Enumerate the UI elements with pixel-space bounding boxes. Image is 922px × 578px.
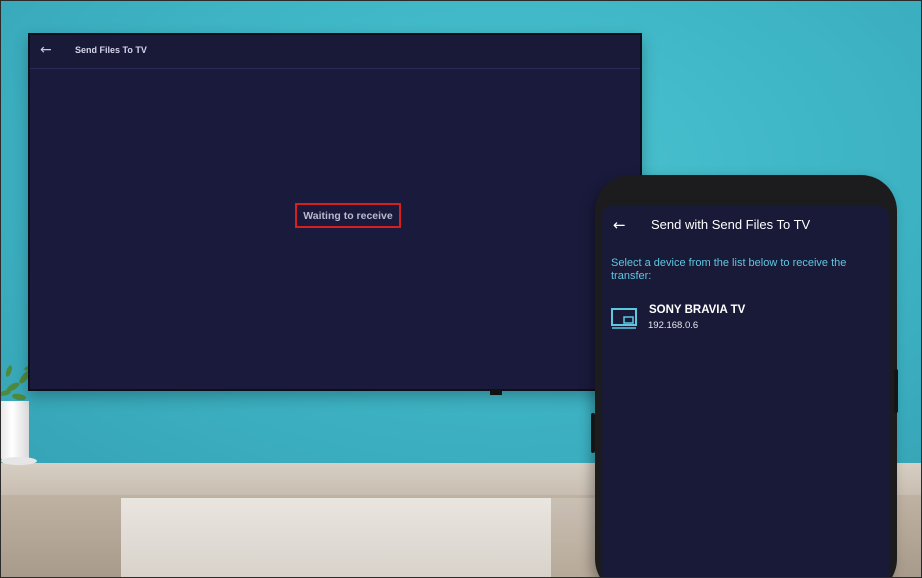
- tv-app-bar: ← Send Files To TV: [30, 35, 640, 69]
- device-instruction: Select a device from the list below to r…: [611, 257, 847, 282]
- device-list-item[interactable]: SONY BRAVIA TV 192.168.0.6: [609, 301, 881, 337]
- plant-saucer: [1, 457, 37, 465]
- phone-side-button-left: [591, 413, 595, 453]
- tv-stand: [490, 389, 502, 395]
- shelf-panel-right: [551, 498, 601, 577]
- device-ip: 192.168.0.6: [648, 320, 699, 331]
- shelf-panel: [121, 498, 551, 577]
- arrow-left-icon[interactable]: ←: [40, 43, 54, 57]
- plant-pot: [1, 401, 29, 463]
- phone-screen-title: Send with Send Files To TV: [651, 217, 811, 232]
- tv-screen: ← Send Files To TV Waiting to receive: [28, 33, 642, 391]
- waiting-status-text: Waiting to receive: [303, 209, 393, 222]
- phone-side-button: [894, 369, 898, 413]
- device-name: SONY BRAVIA TV: [649, 304, 746, 316]
- tv-device-icon: [611, 308, 637, 329]
- phone-screen: ← Send with Send Files To TV Select a de…: [601, 206, 889, 577]
- waiting-status: Waiting to receive: [295, 203, 401, 228]
- scene-photo: ← Send Files To TV Waiting to receive ← …: [0, 0, 922, 578]
- tv-app-title: Send Files To TV: [75, 45, 147, 55]
- arrow-left-icon[interactable]: ←: [613, 218, 626, 233]
